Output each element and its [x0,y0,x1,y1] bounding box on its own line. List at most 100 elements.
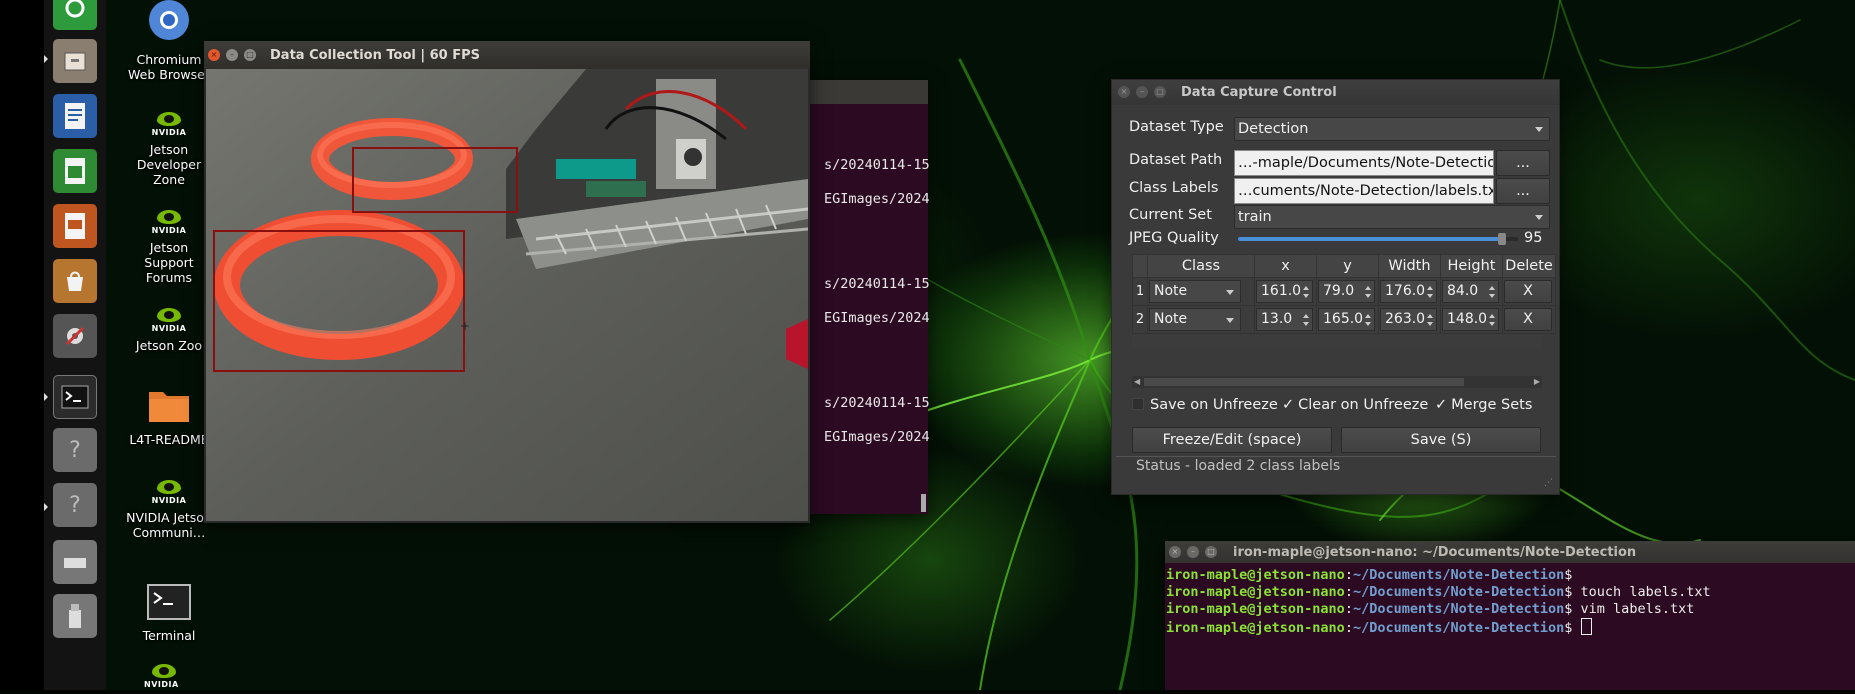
close-icon[interactable]: × [1169,546,1181,558]
desktop-icon-label: Chromium Web Browser [128,52,210,82]
minimize-icon[interactable]: – [1136,86,1148,98]
unknown-app-icon[interactable]: ? [53,428,97,472]
desktop-icon-terminal[interactable]: Terminal [124,584,214,643]
drive-icon[interactable] [53,540,97,584]
scrollbar-thumb[interactable] [1144,378,1464,386]
terminal-window[interactable]: × – □ iron-maple@jetson-nano: ~/Document… [1165,541,1855,690]
class-value: Note [1154,283,1188,299]
checkmark-icon: ✓ [1435,397,1448,413]
current-set-dropdown[interactable]: train [1234,205,1550,229]
chevron-down-icon [1226,318,1234,323]
scroll-left-icon[interactable]: ◀ [1134,377,1140,386]
jpeg-quality-slider[interactable] [1238,233,1518,245]
window-titlebar[interactable]: × – □ Data Capture Control [1112,80,1559,105]
table-row: 1 Note 161.0 79.0 176.0 84.0 X [1132,277,1556,306]
unknown-app-icon[interactable]: ? [53,483,97,527]
row-index: 1 [1132,277,1148,306]
desktop-icon-nvidia-jetson-community[interactable]: NVIDIA NVIDIA Jetson Communi… [124,478,214,540]
jpeg-quality-slider-handle[interactable] [1498,233,1506,245]
bounding-box[interactable] [352,147,518,213]
writer-icon[interactable] [53,94,97,138]
x-spinbox[interactable]: 13.0 [1256,308,1313,331]
ubuntu-icon[interactable] [53,0,97,30]
save-on-unfreeze-checkbox[interactable]: Save on Unfreeze [1132,397,1278,413]
delete-row-button[interactable]: X [1504,280,1552,303]
class-labels-field[interactable]: …cuments/Note-Detection/labels.txt [1234,178,1494,204]
current-set-value: train [1238,209,1272,225]
width-value: 263.0 [1385,311,1426,327]
dataset-type-dropdown[interactable]: Detection [1234,117,1550,141]
scroll-right-icon[interactable]: ▶ [1534,377,1540,386]
table-horizontal-scrollbar[interactable]: ◀ ▶ [1132,376,1542,388]
width-cell: 263.0 [1378,305,1441,334]
column-header-delete[interactable]: Delete [1502,254,1556,278]
x-spinbox[interactable]: 161.0 [1256,280,1313,303]
desktop-icon-chromium[interactable]: Chromium Web Browser [124,0,214,82]
desktop-icon-jetson-zoo[interactable]: NVIDIA Jetson Zoo [124,306,214,353]
camera-feed[interactable]: + [206,69,808,521]
terminal-line: iron-maple@jetson-nano:~/Documents/Note-… [1166,567,1581,583]
terminal-line: EGImages/2024 [824,429,930,445]
column-header-y[interactable]: y [1316,254,1379,278]
close-icon[interactable]: × [208,49,220,61]
minimize-icon[interactable]: – [226,49,238,61]
dataset-type-value: Detection [1238,121,1309,137]
column-header-x[interactable]: x [1254,254,1317,278]
merge-sets-checkbox[interactable]: ✓ Merge Sets [1435,397,1532,413]
y-spinbox[interactable]: 79.0 [1318,280,1375,303]
screen-border [0,0,44,690]
files-icon[interactable] [53,39,97,83]
maximize-icon[interactable]: □ [244,49,256,61]
terminal-cursor [1580,618,1592,635]
calc-icon[interactable] [53,149,97,193]
window-titlebar[interactable]: × – □ Data Collection Tool | 60 FPS [204,41,810,69]
terminal-prompt-line[interactable]: iron-maple@jetson-nano:~/Documents/Note-… [1166,618,1592,636]
class-labels-browse-button[interactable]: ... [1496,178,1550,204]
impress-icon[interactable] [53,204,97,248]
bounding-box[interactable] [213,230,465,372]
column-header-height[interactable]: Height [1440,254,1503,278]
desktop-icon-jetson-developer-zone[interactable]: NVIDIA Jetson Developer Zone [124,110,214,187]
width-cell: 176.0 [1378,277,1441,306]
column-header-width[interactable]: Width [1378,254,1441,278]
row-index-header [1132,254,1148,278]
desktop-icon-partial[interactable]: NVIDIA [144,662,184,694]
class-dropdown[interactable]: Note [1149,308,1241,331]
delete-row-button[interactable]: X [1504,308,1552,331]
usb-icon[interactable] [53,594,97,638]
y-spinbox[interactable]: 165.0 [1318,308,1375,331]
width-spinbox[interactable]: 263.0 [1380,308,1437,331]
resize-grip-icon[interactable]: ⋰ [1544,478,1553,488]
desktop-icon-l4t-readme[interactable]: L4T-README [124,384,214,447]
desktop-icon-label: L4T-README [129,432,209,447]
minimize-icon[interactable]: – [1187,546,1199,558]
close-icon[interactable]: × [1118,86,1130,98]
column-header-class[interactable]: Class [1147,254,1255,278]
jpeg-quality-label: JPEG Quality [1129,230,1219,246]
nvidia-icon: NVIDIA [149,208,189,238]
terminal-icon[interactable] [53,375,97,419]
height-spinbox[interactable]: 148.0 [1442,308,1499,331]
dataset-path-field[interactable]: …-maple/Documents/Note-Detection [1234,150,1494,176]
freeze-edit-button[interactable]: Freeze/Edit (space) [1132,427,1332,453]
x-cell: 161.0 [1254,277,1317,306]
desktop-icon-jetson-support-forums[interactable]: NVIDIA Jetson Support Forums [124,208,214,285]
width-spinbox[interactable]: 176.0 [1380,280,1437,303]
settings-icon[interactable] [53,314,97,358]
maximize-icon[interactable]: □ [1205,546,1217,558]
height-spinbox[interactable]: 84.0 [1442,280,1499,303]
scrollbar-thumb[interactable] [921,494,926,512]
data-capture-control-window[interactable]: × – □ Data Capture Control Dataset Type … [1111,79,1560,495]
table-header-row: Class x y Width Height Delete [1132,254,1556,278]
clear-on-unfreeze-checkbox[interactable]: ✓ Clear on Unfreeze [1282,397,1428,413]
class-dropdown[interactable]: Note [1149,280,1241,303]
window-titlebar[interactable]: × – □ iron-maple@jetson-nano: ~/Document… [1165,541,1855,563]
dataset-path-browse-button[interactable]: ... [1496,150,1550,176]
x-value: 161.0 [1261,283,1302,299]
terminal-line: EGImages/2024 [824,191,930,207]
save-button[interactable]: Save (S) [1341,427,1541,453]
chevron-down-icon [1226,290,1234,295]
maximize-icon[interactable]: □ [1154,86,1166,98]
software-center-icon[interactable] [53,259,97,303]
data-collection-window[interactable]: × – □ Data Collection Tool | 60 FPS + [204,41,810,523]
